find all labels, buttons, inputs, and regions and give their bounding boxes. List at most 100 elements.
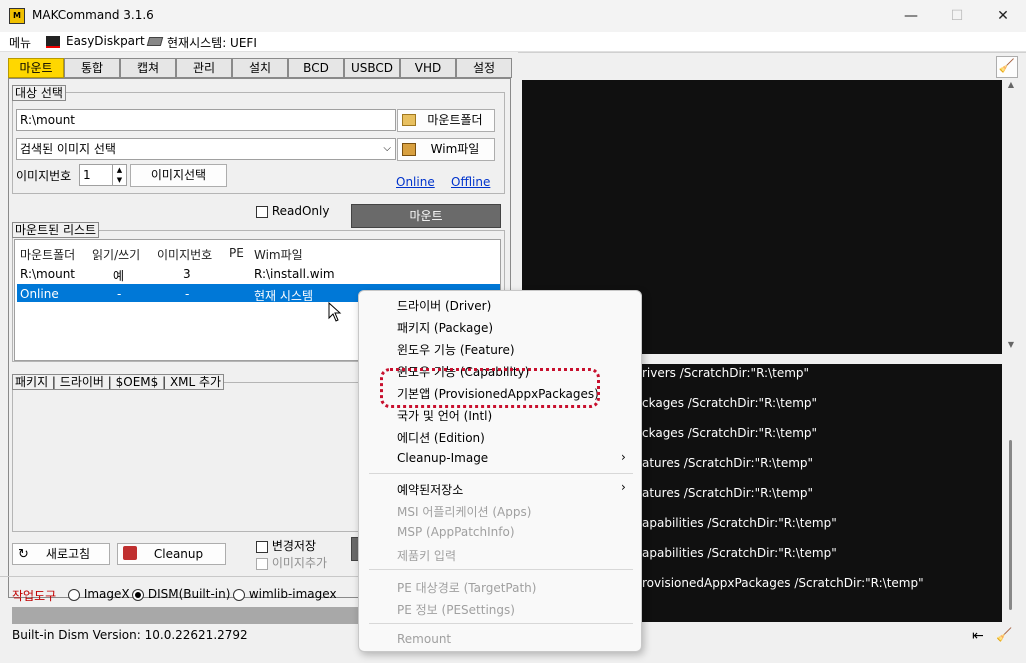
menu-item-remount: Remount	[397, 632, 452, 646]
mount-path-input[interactable]: R:\mount	[16, 109, 396, 131]
submenu-arrow-icon: ›	[621, 450, 626, 464]
cell-image-number: 3	[183, 267, 191, 281]
tools-icon	[123, 546, 137, 560]
scrollbar-top[interactable]: ▲ ▼	[1002, 80, 1020, 354]
mounted-list-label: 마운트된 리스트	[12, 222, 100, 238]
cleanup-button[interactable]: Cleanup	[117, 543, 226, 565]
menu-separator	[369, 473, 633, 474]
package-icon	[402, 143, 416, 156]
menu-current-system[interactable]: 현재시스템: UEFI	[167, 34, 257, 51]
tab-bcd[interactable]: BCD	[288, 58, 344, 78]
cell-mount-folder: Online	[20, 287, 59, 301]
save-changes-label: 변경저장	[271, 539, 316, 553]
menu-item-driver[interactable]: 드라이버 (Driver)	[397, 297, 491, 314]
readonly-box[interactable]	[256, 205, 268, 218]
spinner-arrows-icon[interactable]: ▲ ▼	[112, 165, 126, 185]
menu-item-pe-target-path: PE 대상경로 (TargetPath)	[397, 581, 537, 595]
online-link[interactable]: Online	[396, 175, 435, 189]
add-image-label: 이미지추가	[271, 556, 328, 570]
log-line: ckages /ScratchDir:"R:\temp"	[642, 396, 818, 410]
menu-item-msi-apps: MSI 어플리케이션 (Apps)	[397, 505, 532, 519]
send-icon[interactable]: ⇤	[972, 628, 984, 644]
context-menu: 드라이버 (Driver) 패키지 (Package) 윈도우 기능 (Feat…	[358, 290, 642, 652]
image-number-spinner[interactable]: 1 ▲ ▼	[79, 164, 127, 186]
divider	[0, 576, 360, 577]
status-text: Built-in Dism Version: 10.0.22621.2792	[12, 628, 248, 642]
offline-link[interactable]: Offline	[451, 175, 490, 189]
highlight-ring	[380, 368, 600, 408]
cleanup-label: Cleanup	[153, 547, 204, 561]
refresh-button[interactable]: ↻ 새로고침	[12, 543, 110, 565]
broom-icon[interactable]: 🧹	[996, 56, 1018, 78]
tab-manage[interactable]: 관리	[176, 58, 232, 78]
menu-easydiskpart[interactable]: EasyDiskpart	[66, 34, 145, 48]
save-changes-checkbox[interactable]: 변경저장	[256, 537, 316, 554]
app-icon: M	[9, 8, 25, 24]
tab-usbcd[interactable]: USBCD	[344, 58, 400, 78]
refresh-icon: ↻	[18, 547, 29, 562]
wim-file-button[interactable]: Wim파일	[397, 138, 495, 161]
col-pe[interactable]: PE	[229, 246, 244, 260]
menu-item-feature[interactable]: 윈도우 기능 (Feature)	[397, 341, 515, 358]
tab-integrate[interactable]: 통합	[64, 58, 120, 78]
scroll-up-icon[interactable]: ▲	[1002, 80, 1020, 89]
dism-label: DISM(Built-in)	[147, 587, 231, 601]
tab-install[interactable]: 설치	[232, 58, 288, 78]
dism-radio-circle[interactable]	[132, 588, 144, 601]
scroll-down-icon[interactable]: ▼	[1002, 340, 1020, 349]
wimlib-radio-circle[interactable]	[233, 588, 245, 601]
cell-read-write: -	[117, 287, 122, 301]
col-read-write[interactable]: 읽기/쓰기	[92, 246, 140, 263]
maximize-button[interactable]: ☐	[934, 0, 980, 32]
folder-icon	[402, 114, 416, 126]
mount-folder-label: 마운트폴더	[427, 113, 483, 127]
wimlib-radio[interactable]: wimlib-imagex	[233, 587, 337, 601]
readonly-checkbox[interactable]: ReadOnly	[256, 204, 329, 218]
log-line: rivers /ScratchDir:"R:\temp"	[642, 366, 810, 380]
imagex-radio[interactable]: ImageX	[68, 587, 130, 601]
menu-item-cleanup-image[interactable]: Cleanup-Image	[397, 451, 488, 465]
divider	[518, 52, 1026, 53]
minimize-button[interactable]: —	[888, 0, 934, 32]
image-number-value: 1	[83, 168, 91, 182]
log-line: atures /ScratchDir:"R:\temp"	[642, 456, 814, 470]
target-group-label: 대상 선택	[12, 85, 66, 101]
menu-item-edition[interactable]: 에디션 (Edition)	[397, 429, 485, 446]
menu-item-reserved-storage[interactable]: 예약된저장소	[397, 481, 463, 498]
mount-folder-button[interactable]: 마운트폴더	[397, 109, 495, 132]
menu-separator	[369, 623, 633, 624]
menu-bar: 메뉴 EasyDiskpart 현재시스템: UEFI	[0, 32, 1026, 52]
menu-main[interactable]: 메뉴	[9, 34, 31, 51]
image-select-button[interactable]: 이미지선택	[130, 164, 227, 187]
menu-item-product-key: 제품키 입력	[397, 549, 457, 563]
col-mount-folder[interactable]: 마운트폴더	[20, 246, 75, 263]
wimlib-label: wimlib-imagex	[248, 587, 337, 601]
save-changes-box[interactable]	[256, 540, 268, 553]
tab-settings[interactable]: 설정	[456, 58, 512, 78]
menu-item-pe-settings: PE 정보 (PESettings)	[397, 603, 515, 617]
submenu-arrow-icon: ›	[621, 480, 626, 494]
close-button[interactable]: ✕	[980, 0, 1026, 32]
imagex-radio-circle[interactable]	[68, 588, 80, 601]
menu-item-intl[interactable]: 국가 및 언어 (Intl)	[397, 407, 492, 424]
dism-radio[interactable]: DISM(Built-in)	[132, 587, 230, 601]
scroll-thumb[interactable]	[1009, 440, 1012, 610]
broom-icon[interactable]: 🧹	[996, 628, 1012, 643]
log-line: rovisionedAppxPackages /ScratchDir:"R:\t…	[642, 576, 924, 590]
refresh-label: 새로고침	[45, 547, 91, 561]
menu-item-package[interactable]: 패키지 (Package)	[397, 319, 493, 336]
tab-vhd[interactable]: VHD	[400, 58, 456, 78]
tab-capture[interactable]: 캡쳐	[120, 58, 176, 78]
mount-button[interactable]: 마운트	[351, 204, 501, 228]
addons-group-label: 패키지 | 드라이버 | $OEM$ | XML 추가	[12, 374, 225, 390]
scrollbar-bottom[interactable]	[1002, 364, 1020, 622]
log-line: atures /ScratchDir:"R:\temp"	[642, 486, 814, 500]
menu-item-msp: MSP (AppPatchInfo)	[397, 525, 515, 539]
col-wim-file[interactable]: Wim파일	[254, 246, 303, 263]
table-row[interactable]: R:\mount 예 3 R:\install.wim	[15, 264, 500, 283]
tab-mount[interactable]: 마운트	[8, 58, 64, 78]
image-select-dropdown[interactable]: 검색된 이미지 선택 ⌵	[16, 138, 396, 160]
title-bar: M MAKCommand 3.1.6 — ☐ ✕	[0, 0, 1026, 32]
log-line: apabilities /ScratchDir:"R:\temp"	[642, 516, 837, 530]
col-image-number[interactable]: 이미지번호	[157, 246, 212, 263]
